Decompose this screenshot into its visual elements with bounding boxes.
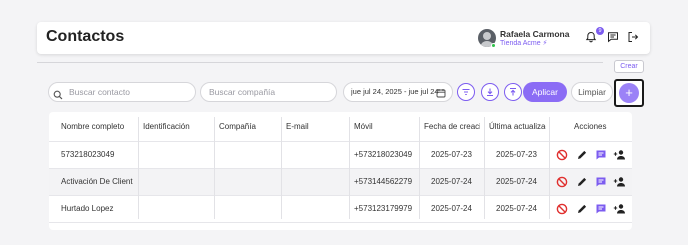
date-range-value: jue jul 24, 2025 - jue jul 24, 2025 bbox=[351, 87, 439, 96]
column-divider bbox=[214, 117, 215, 219]
chat-icon[interactable] bbox=[606, 30, 620, 44]
column-divider bbox=[549, 117, 550, 219]
upload-button[interactable] bbox=[504, 83, 522, 101]
filter-icon bbox=[462, 88, 470, 96]
cell-mobile: +573144562279 bbox=[354, 177, 413, 186]
cell-created: 2025-07-24 bbox=[431, 177, 472, 186]
cell-created: 2025-07-24 bbox=[431, 204, 472, 213]
cell-updated: 2025-07-24 bbox=[496, 204, 537, 213]
column-divider bbox=[281, 117, 282, 219]
clear-button[interactable]: Limpiar bbox=[571, 82, 613, 102]
add-user-icon[interactable] bbox=[613, 202, 626, 215]
download-button[interactable] bbox=[481, 83, 499, 101]
block-icon[interactable] bbox=[555, 175, 568, 188]
message-icon[interactable] bbox=[594, 202, 607, 215]
search-contact-input[interactable] bbox=[48, 82, 196, 102]
cell-name: Activación De Client bbox=[61, 177, 133, 186]
filter-button[interactable] bbox=[457, 83, 475, 101]
col-header-updated[interactable]: Última actualización bbox=[489, 112, 546, 142]
cell-mobile: +573123179979 bbox=[354, 204, 413, 213]
search-company-input[interactable] bbox=[200, 82, 337, 102]
edit-icon[interactable] bbox=[575, 202, 588, 215]
create-button[interactable]: + bbox=[619, 83, 639, 103]
cell-name: Hurtado Lopez bbox=[61, 204, 114, 213]
edit-icon[interactable] bbox=[575, 175, 588, 188]
column-divider bbox=[419, 117, 420, 219]
contacts-table: Nombre completo Identificación Compañía … bbox=[49, 112, 632, 230]
upload-icon bbox=[510, 87, 516, 96]
block-icon[interactable] bbox=[555, 202, 568, 215]
date-range-picker[interactable]: jue jul 24, 2025 - jue jul 24, 2025 bbox=[343, 82, 453, 102]
logout-icon[interactable] bbox=[626, 30, 640, 44]
message-icon[interactable] bbox=[594, 148, 607, 161]
cell-updated: 2025-07-23 bbox=[496, 150, 537, 159]
header-separator bbox=[37, 62, 603, 63]
row-divider bbox=[49, 222, 632, 223]
notification-badge: 9 bbox=[596, 27, 604, 35]
download-icon bbox=[487, 88, 493, 97]
apply-button[interactable]: Aplicar bbox=[523, 82, 567, 102]
online-status-dot bbox=[491, 43, 496, 48]
store-name[interactable]: Tienda Acme ⚡ bbox=[500, 39, 547, 47]
col-header-name[interactable]: Nombre completo bbox=[61, 112, 141, 142]
search-icon bbox=[53, 87, 63, 100]
cell-mobile: +573218023049 bbox=[354, 150, 413, 159]
add-user-icon[interactable] bbox=[613, 175, 626, 188]
add-user-icon[interactable] bbox=[613, 148, 626, 161]
cell-updated: 2025-07-24 bbox=[496, 177, 537, 186]
col-header-email[interactable]: E-mail bbox=[286, 112, 350, 142]
create-tooltip: Crear bbox=[614, 60, 644, 73]
calendar-icon bbox=[436, 87, 446, 98]
column-divider bbox=[138, 117, 139, 219]
header-bar: Contactos Rafaela Carmona Tienda Acme ⚡ … bbox=[37, 22, 650, 54]
cell-name: 573218023049 bbox=[61, 150, 115, 159]
col-header-id[interactable]: Identificación bbox=[143, 112, 217, 142]
col-header-actions: Acciones bbox=[574, 122, 607, 131]
column-divider bbox=[349, 117, 350, 219]
message-icon[interactable] bbox=[594, 175, 607, 188]
user-name[interactable]: Rafaela Carmona bbox=[500, 29, 569, 39]
col-header-company[interactable]: Compañía bbox=[219, 112, 279, 142]
table-row[interactable]: 573218023049 +573218023049 2025-07-23 20… bbox=[49, 142, 632, 168]
col-header-mobile[interactable]: Móvil bbox=[354, 112, 418, 142]
block-icon[interactable] bbox=[555, 148, 568, 161]
table-row[interactable]: Activación De Client +573144562279 2025-… bbox=[49, 169, 632, 195]
page-title: Contactos bbox=[46, 28, 125, 45]
column-divider bbox=[484, 117, 485, 219]
col-header-created[interactable]: Fecha de creación bbox=[424, 112, 480, 142]
cell-created: 2025-07-23 bbox=[431, 150, 472, 159]
table-row[interactable]: Hurtado Lopez +573123179979 2025-07-24 2… bbox=[49, 196, 632, 222]
edit-icon[interactable] bbox=[575, 148, 588, 161]
